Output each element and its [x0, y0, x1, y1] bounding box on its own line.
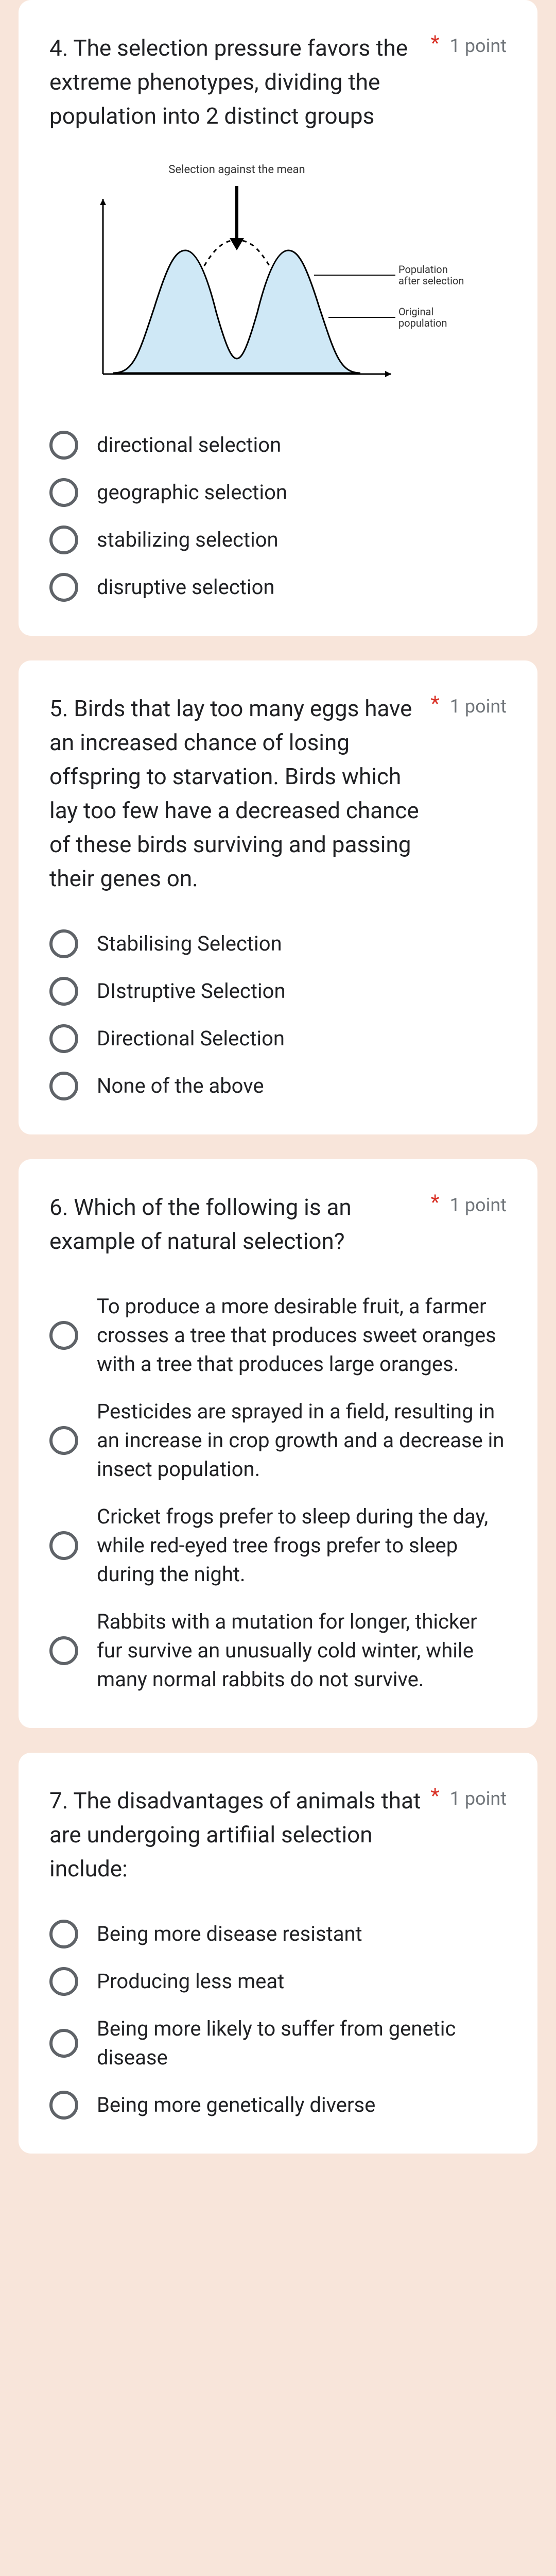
legend-2a: Original	[398, 306, 433, 318]
radio-option[interactable]: Cricket frogs prefer to sleep during the…	[49, 1493, 507, 1598]
y-axis-arrow	[100, 199, 106, 205]
radio-icon	[49, 929, 78, 958]
radio-option[interactable]: disruptive selection	[49, 564, 507, 611]
radio-option[interactable]: None of the above	[49, 1062, 507, 1110]
radio-option[interactable]: Being more disease resistant	[49, 1910, 507, 1958]
radio-option[interactable]: To produce a more desirable fruit, a far…	[49, 1283, 507, 1388]
point-value: 1 point	[450, 691, 507, 717]
required-asterisk: *	[430, 1190, 439, 1214]
question-text: 5. Birds that lay too many eggs have an …	[49, 691, 421, 895]
radio-option[interactable]: geographic selection	[49, 469, 507, 516]
option-label: Producing less meat	[97, 1967, 507, 1996]
radio-icon	[49, 1024, 78, 1053]
option-label: Rabbits with a mutation for longer, thic…	[97, 1607, 507, 1694]
question-card-6: 6. Which of the following is an example …	[19, 1159, 537, 1728]
radio-option[interactable]: Stabilising Selection	[49, 920, 507, 968]
question-text: 6. Which of the following is an example …	[49, 1190, 421, 1258]
option-label: geographic selection	[97, 478, 507, 507]
radio-icon	[49, 431, 78, 460]
option-label: Directional Selection	[97, 1024, 507, 1053]
radio-option[interactable]: DIstruptive Selection	[49, 968, 507, 1015]
point-value: 1 point	[450, 31, 507, 57]
question-card-4: 4. The selection pressure favors the ext…	[19, 0, 537, 636]
option-label: Cricket frogs prefer to sleep during the…	[97, 1502, 507, 1589]
option-list: Stabilising Selection DIstruptive Select…	[49, 920, 507, 1110]
option-label: disruptive selection	[97, 573, 507, 602]
radio-option[interactable]: Rabbits with a mutation for longer, thic…	[49, 1598, 507, 1703]
radio-icon	[49, 1072, 78, 1100]
radio-option[interactable]: Producing less meat	[49, 1958, 507, 2005]
point-value: 1 point	[450, 1784, 507, 1809]
radio-icon	[49, 1967, 78, 1996]
point-value: 1 point	[450, 1190, 507, 1216]
question-card-5: 5. Birds that lay too many eggs have an …	[19, 660, 537, 1134]
radio-icon	[49, 2091, 78, 2120]
legend-1a: Population	[398, 263, 448, 276]
option-label: Being more disease resistant	[97, 1920, 507, 1948]
question-body: 5. Birds that lay too many eggs have an …	[49, 695, 419, 892]
question-body: 7. The disadvantages of animals that are…	[49, 1787, 421, 1882]
option-label: DIstruptive Selection	[97, 977, 507, 1006]
radio-icon	[49, 1426, 78, 1455]
legend-2b: population	[398, 317, 447, 329]
legend-1b: after selection	[398, 275, 464, 287]
required-asterisk: *	[430, 691, 439, 716]
option-label: Being more genetically diverse	[97, 2091, 507, 2120]
chart-title: Selection against the mean	[168, 163, 305, 176]
question-header: 5. Birds that lay too many eggs have an …	[49, 691, 507, 895]
radio-option[interactable]: Directional Selection	[49, 1015, 507, 1062]
radio-option[interactable]: directional selection	[49, 421, 507, 469]
radio-icon	[49, 573, 78, 602]
option-label: directional selection	[97, 431, 507, 460]
radio-icon	[49, 1920, 78, 1948]
required-asterisk: *	[430, 31, 439, 55]
question-header: 4. The selection pressure favors the ext…	[49, 31, 507, 133]
x-axis-arrow	[385, 371, 391, 377]
disruptive-selection-graph: Selection against the mean Population af…	[82, 158, 474, 395]
radio-option[interactable]: Being more genetically diverse	[49, 2081, 507, 2129]
radio-option[interactable]: Being more likely to suffer from genetic…	[49, 2005, 507, 2081]
question-body: 6. Which of the following is an example …	[49, 1194, 352, 1255]
question-header: 7. The disadvantages of animals that are…	[49, 1784, 507, 1886]
option-label: Stabilising Selection	[97, 929, 507, 958]
question-text: 4. The selection pressure favors the ext…	[49, 31, 421, 133]
question-card-7: 7. The disadvantages of animals that are…	[19, 1753, 537, 2154]
option-list: directional selection geographic selecti…	[49, 421, 507, 611]
radio-icon	[49, 1531, 78, 1560]
option-list: To produce a more desirable fruit, a far…	[49, 1283, 507, 1703]
radio-icon	[49, 2029, 78, 2058]
radio-icon	[49, 526, 78, 554]
radio-icon	[49, 1321, 78, 1350]
option-label: Being more likely to suffer from genetic…	[97, 2014, 507, 2072]
required-asterisk: *	[430, 1784, 439, 1808]
selection-chart: Selection against the mean Population af…	[49, 158, 507, 397]
option-list: Being more disease resistant Producing l…	[49, 1910, 507, 2129]
radio-option[interactable]: Pesticides are sprayed in a field, resul…	[49, 1388, 507, 1493]
radio-icon	[49, 977, 78, 1006]
radio-icon	[49, 478, 78, 507]
question-header: 6. Which of the following is an example …	[49, 1190, 507, 1258]
after-selection-curve	[113, 250, 360, 373]
radio-option[interactable]: stabilizing selection	[49, 516, 507, 564]
question-text: 7. The disadvantages of animals that are…	[49, 1784, 421, 1886]
option-label: To produce a more desirable fruit, a far…	[97, 1292, 507, 1379]
option-label: stabilizing selection	[97, 526, 507, 554]
radio-icon	[49, 1636, 78, 1665]
option-label: None of the above	[97, 1072, 507, 1100]
option-label: Pesticides are sprayed in a field, resul…	[97, 1397, 507, 1484]
question-body: 4. The selection pressure favors the ext…	[49, 35, 408, 129]
